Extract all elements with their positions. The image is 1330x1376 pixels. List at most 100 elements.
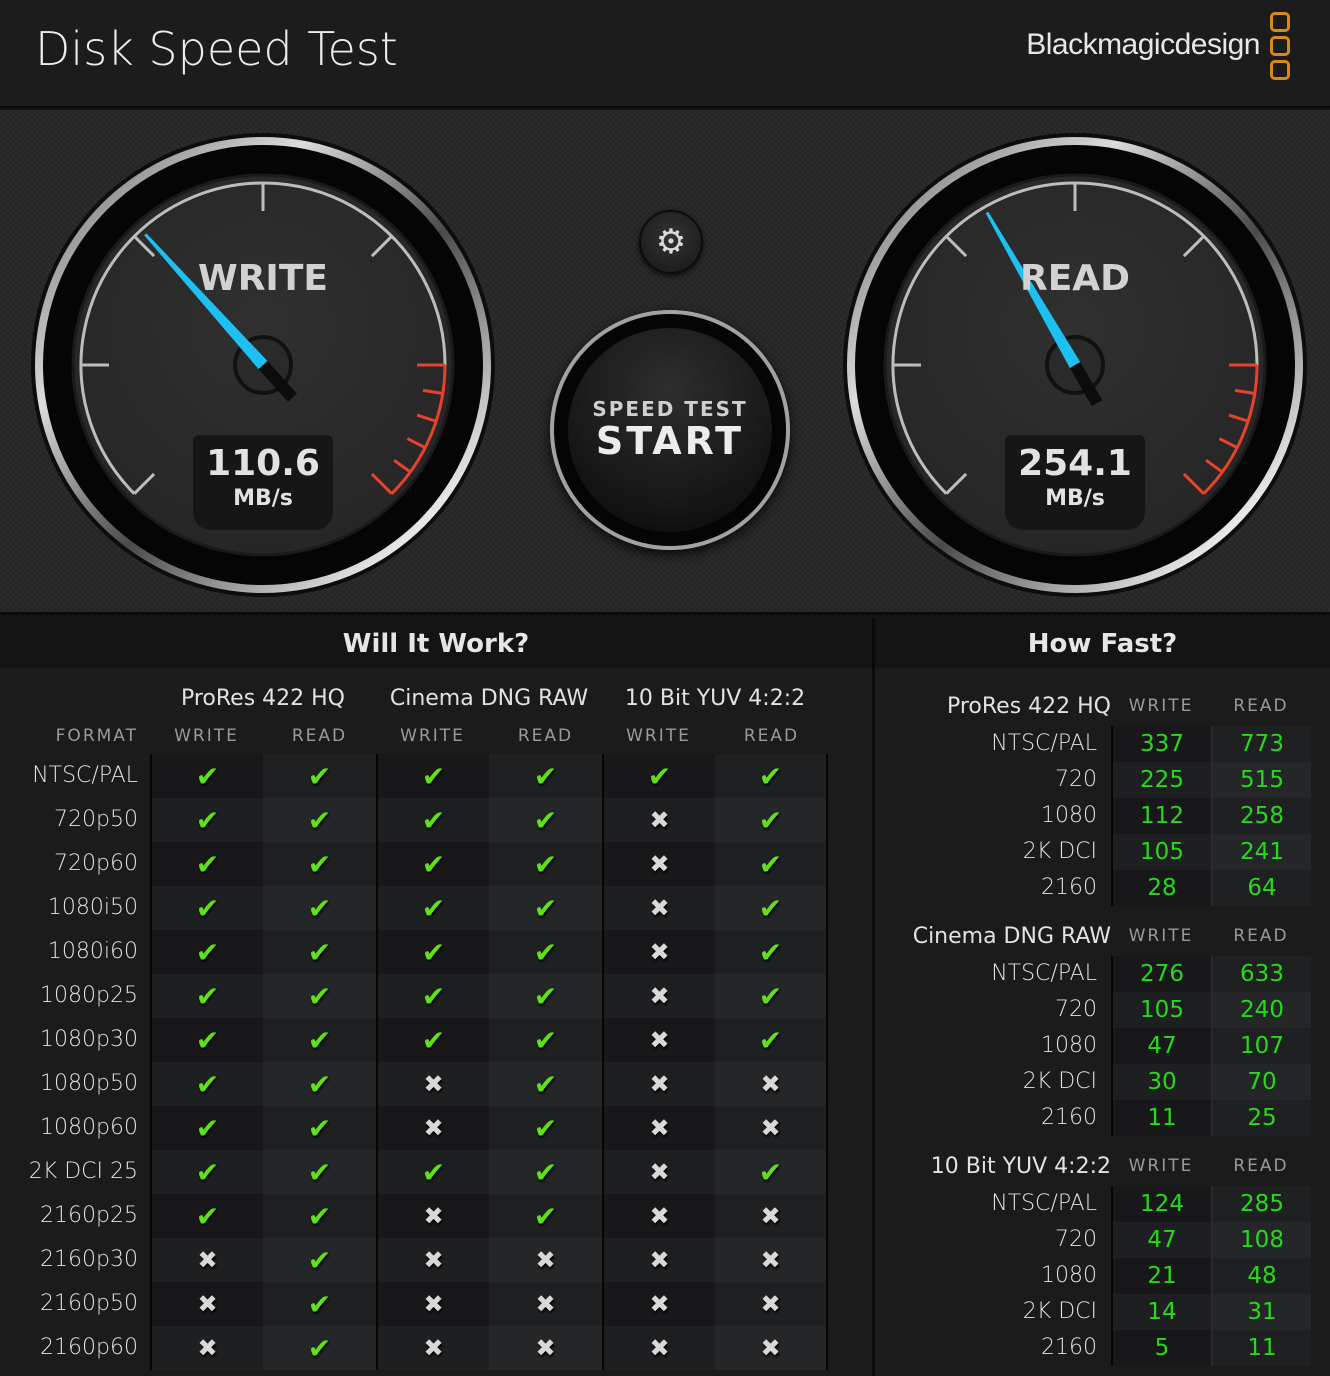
result-cell: ✖ xyxy=(602,886,715,930)
table-row: 1080p60 ✔ ✔ ✖ ✔ ✖ ✖ xyxy=(0,1106,828,1150)
result-cell: ✖ xyxy=(602,1194,715,1238)
check-icon: ✔ xyxy=(307,1155,332,1189)
result-cell: ✖ xyxy=(150,1282,263,1326)
resolution-label: 2K DCI xyxy=(1022,1299,1097,1324)
result-cell: ✖ xyxy=(602,1326,715,1370)
format-label: 2160p30 xyxy=(40,1247,138,1272)
cross-icon: ✖ xyxy=(649,1158,670,1186)
result-cell: ✔ xyxy=(150,1018,263,1062)
result-cell: ✔ xyxy=(263,1282,376,1326)
result-cell: ✔ xyxy=(489,1150,602,1194)
cross-icon: ✖ xyxy=(535,1290,556,1318)
result-cell: ✔ xyxy=(263,1018,376,1062)
format-label: 2160p60 xyxy=(40,1335,138,1360)
result-cell: ✖ xyxy=(602,1062,715,1106)
check-icon: ✔ xyxy=(758,1023,783,1057)
format-label: 1080i50 xyxy=(47,895,138,920)
check-icon: ✔ xyxy=(758,803,783,837)
result-cell: ✖ xyxy=(602,798,715,842)
gear-icon: ⚙ xyxy=(655,222,687,262)
cross-icon: ✖ xyxy=(423,1290,444,1318)
codec-group-header: 10 Bit YUV 4:2:2 xyxy=(930,1153,1111,1179)
check-icon: ✔ xyxy=(307,803,332,837)
result-cell: ✔ xyxy=(489,798,602,842)
codec-group-header: ProRes 422 HQ xyxy=(180,686,346,711)
table-row: 1080 21 48 xyxy=(875,1258,1330,1294)
settings-button[interactable]: ⚙ xyxy=(639,210,703,274)
write-fps-value: 11 xyxy=(1111,1100,1211,1136)
table-row: 2160 11 25 xyxy=(875,1100,1330,1136)
resolution-label: NTSC/PAL xyxy=(991,961,1097,986)
check-icon: ✔ xyxy=(307,891,332,925)
result-cell: ✖ xyxy=(715,1106,828,1150)
result-cell: ✔ xyxy=(715,1018,828,1062)
result-cell: ✖ xyxy=(376,1326,489,1370)
result-cell: ✖ xyxy=(489,1282,602,1326)
codec-group-headers: ProRes 422 HQ Cinema DNG RAW 10 Bit YUV … xyxy=(150,686,828,711)
check-icon: ✔ xyxy=(195,1067,220,1101)
table-row: 720 105 240 xyxy=(875,992,1330,1028)
check-icon: ✔ xyxy=(307,1199,332,1233)
read-readout: 254.1 MB/s xyxy=(1005,435,1145,530)
brand-name: Blackmagicdesign xyxy=(1026,28,1260,61)
cross-icon: ✖ xyxy=(649,982,670,1010)
table-row: 720 225 515 xyxy=(875,762,1330,798)
result-cell: ✔ xyxy=(489,1194,602,1238)
cross-icon: ✖ xyxy=(760,1246,781,1274)
check-icon: ✔ xyxy=(195,979,220,1013)
cross-icon: ✖ xyxy=(649,1114,670,1142)
check-icon: ✔ xyxy=(307,1331,332,1365)
cross-icon: ✖ xyxy=(197,1246,218,1274)
result-cell: ✔ xyxy=(376,974,489,1018)
result-cell: ✔ xyxy=(150,1062,263,1106)
result-cell: ✔ xyxy=(150,1194,263,1238)
result-cell: ✔ xyxy=(715,930,828,974)
check-icon: ✔ xyxy=(195,935,220,969)
will-it-work-table: NTSC/PAL ✔ ✔ ✔ ✔ ✔ ✔ 720p50 ✔ ✔ ✔ ✔ ✖ ✔ 720p60 ✔ ✔ ✔ ✔ ✖ ✔ 10… xyxy=(0,754,828,1370)
check-icon: ✔ xyxy=(533,891,558,925)
resolution-label: 2K DCI xyxy=(1022,839,1097,864)
check-icon: ✔ xyxy=(421,1023,446,1057)
result-cell: ✔ xyxy=(715,754,828,798)
cross-icon: ✖ xyxy=(760,1202,781,1230)
result-cell: ✖ xyxy=(715,1238,828,1282)
write-gauge-title: WRITE xyxy=(198,258,328,299)
format-label: 720p50 xyxy=(54,807,138,832)
write-speed-value: 110.6 xyxy=(206,443,320,484)
cross-icon: ✖ xyxy=(423,1070,444,1098)
result-cell: ✖ xyxy=(715,1282,828,1326)
result-cell: ✔ xyxy=(263,974,376,1018)
gauge-panel: WRITE 110.6 MB/s ⚙ SPEED TEST START READ… xyxy=(0,110,1330,615)
result-cell: ✖ xyxy=(602,842,715,886)
read-column-header: READ xyxy=(291,726,348,746)
resolution-label: 720 xyxy=(1055,997,1097,1022)
write-fps-value: 47 xyxy=(1111,1222,1211,1258)
read-fps-value: 285 xyxy=(1211,1186,1311,1222)
result-cell: ✔ xyxy=(263,842,376,886)
cross-icon: ✖ xyxy=(649,1070,670,1098)
write-fps-value: 14 xyxy=(1111,1294,1211,1330)
cross-icon: ✖ xyxy=(649,1290,670,1318)
result-cell: ✖ xyxy=(602,1106,715,1150)
speed-test-start-button[interactable]: SPEED TEST START xyxy=(550,310,790,550)
read-speed-unit: MB/s xyxy=(1045,486,1105,511)
cross-icon: ✖ xyxy=(197,1290,218,1318)
result-cell: ✔ xyxy=(150,1106,263,1150)
check-icon: ✔ xyxy=(195,1155,220,1189)
table-row: 2K DCI 30 70 xyxy=(875,1064,1330,1100)
start-button-subtitle: SPEED TEST xyxy=(592,397,748,421)
cross-icon: ✖ xyxy=(649,1026,670,1054)
table-row: 2160p25 ✔ ✔ ✖ ✔ ✖ ✖ xyxy=(0,1194,828,1238)
result-cell: ✔ xyxy=(715,886,828,930)
result-cell: ✔ xyxy=(263,1106,376,1150)
result-cell: ✖ xyxy=(489,1238,602,1282)
write-readout: 110.6 MB/s xyxy=(193,435,333,530)
check-icon: ✔ xyxy=(758,891,783,925)
write-column-header: WRITE xyxy=(400,726,465,746)
codec-group-header: Cinema DNG RAW xyxy=(912,923,1111,949)
result-cell: ✔ xyxy=(489,1018,602,1062)
result-cell: ✔ xyxy=(376,842,489,886)
check-icon: ✔ xyxy=(307,1243,332,1277)
check-icon: ✔ xyxy=(533,803,558,837)
result-cell: ✔ xyxy=(489,1106,602,1150)
